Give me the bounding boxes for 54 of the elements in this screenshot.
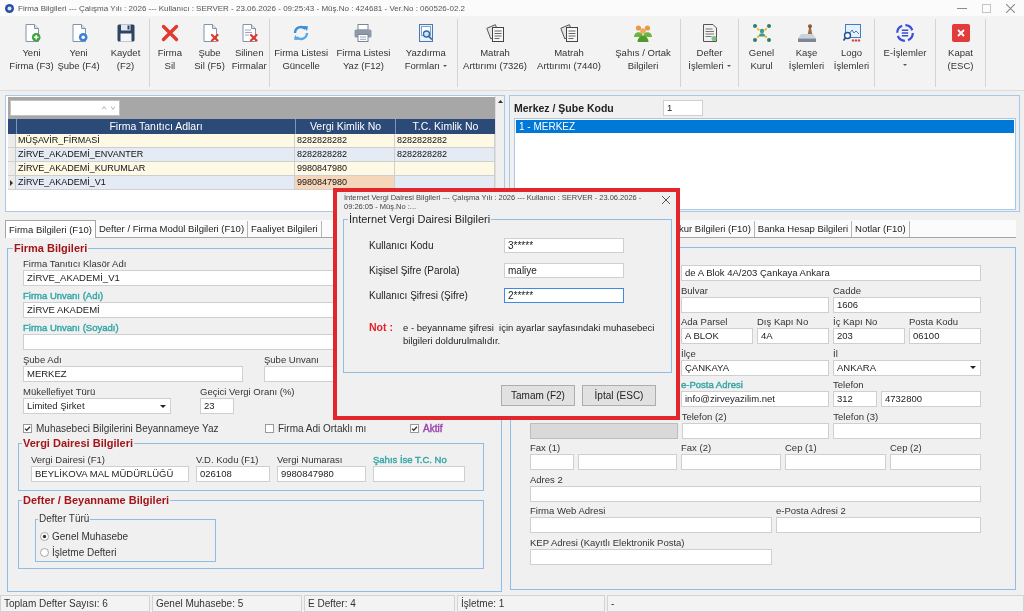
field-label: Mükellefiyet Türü	[23, 386, 96, 398]
note-text: e - beyanname şifresi için ayarlar sayfasındaki muhasebeci bilgileri doldurulmalıdır.	[403, 321, 656, 347]
status-field: Toplam Defter Sayısı: 6	[0, 595, 150, 612]
table-cell: 9980847980	[295, 176, 395, 189]
field-label: Fax (1)	[530, 442, 561, 454]
group-title: Defter Türü	[38, 512, 91, 526]
group-title: Vergi Dairesi Bilgileri	[22, 436, 135, 450]
table-cell: ZİRVE_AKADEMİ_KURUMLAR	[16, 162, 295, 175]
field-label: Vergi Numarası	[277, 454, 343, 466]
group-title: Firma Bilgileri	[13, 241, 89, 255]
field-label: Şahıs İse T.C. No	[373, 454, 447, 466]
table-cell: 9980847980	[295, 162, 395, 175]
window-title: Firma Bilgileri --- Çalışma Yılı : 2026 --- Kullanıcı : SERVER - 23.06.2026 - 09:25:43 - Müş.No : 424681 - Ver.No : 060526-02.2	[18, 3, 466, 13]
status-field: E Defter: 4	[304, 595, 455, 612]
table-cell: 8282828282	[295, 134, 395, 147]
field-label: e-Posta Adresi	[681, 379, 743, 391]
field-label: Telefon (2)	[681, 410, 727, 423]
note-label: Not :	[369, 321, 394, 335]
field-label: Telefon (3)	[833, 410, 879, 423]
group-title: İnternet Vergi Dairesi Bilgileri	[348, 212, 492, 226]
branch-code-label: Merkez / Şube Kodu	[514, 102, 615, 114]
field-label: Adres 2	[530, 473, 563, 486]
field-label: Şube Unvanı	[264, 354, 319, 366]
field-label: KEP Adresi (Kayıtlı Elektronik Posta)	[530, 536, 685, 549]
field-label: Şube Adı	[23, 354, 62, 366]
field-label: Firma Unvanı (Soyadı)	[23, 322, 119, 334]
field-label: İlçe	[681, 347, 696, 360]
group-title: Defter / Beyanname Bilgileri	[22, 493, 171, 507]
field-label: Firma Unvanı (Adı)	[23, 290, 104, 302]
field-label: Bulvar	[681, 284, 708, 297]
field-label: Telefon	[833, 379, 864, 391]
field-label: İl	[833, 347, 838, 360]
field-label: Firma Web Adresi	[530, 505, 606, 517]
field-label: Cep (2)	[890, 442, 922, 454]
status-field: Genel Muhasebe: 5	[152, 595, 302, 612]
field-label: Geçici Vergi Oranı (%)	[200, 386, 295, 398]
field-label: Kullanıcı Kodu	[369, 240, 435, 251]
field-label: Firma Tanıtıcı Klasör Adı	[23, 258, 127, 270]
table-cell: ZİRVE_AKADEMİ_ENVANTER	[16, 148, 295, 161]
field-label: Dış Kapı No	[757, 316, 809, 328]
field-label: İç Kapı No	[833, 316, 878, 328]
field-label: Vergi Dairesi (F1)	[31, 454, 105, 466]
status-field: İşletme: 1	[457, 595, 605, 612]
field-label: Ada Parsel	[681, 316, 728, 328]
table-cell: 8282828282	[295, 148, 395, 161]
table-cell: MÜŞAVİR_FİRMASİ	[16, 134, 295, 147]
field-label: Kullanıcı Şifresi (Şifre)	[369, 290, 469, 301]
field-label: e-Posta Adresi 2	[776, 505, 846, 517]
field-label: V.D. Kodu (F1)	[196, 454, 259, 466]
status-field: -	[607, 595, 1024, 612]
field-label: Cadde	[833, 284, 861, 297]
field-label: Fax (2)	[681, 442, 712, 454]
field-label: Cep (1)	[785, 442, 817, 454]
field-label: Posta Kodu	[909, 316, 959, 328]
